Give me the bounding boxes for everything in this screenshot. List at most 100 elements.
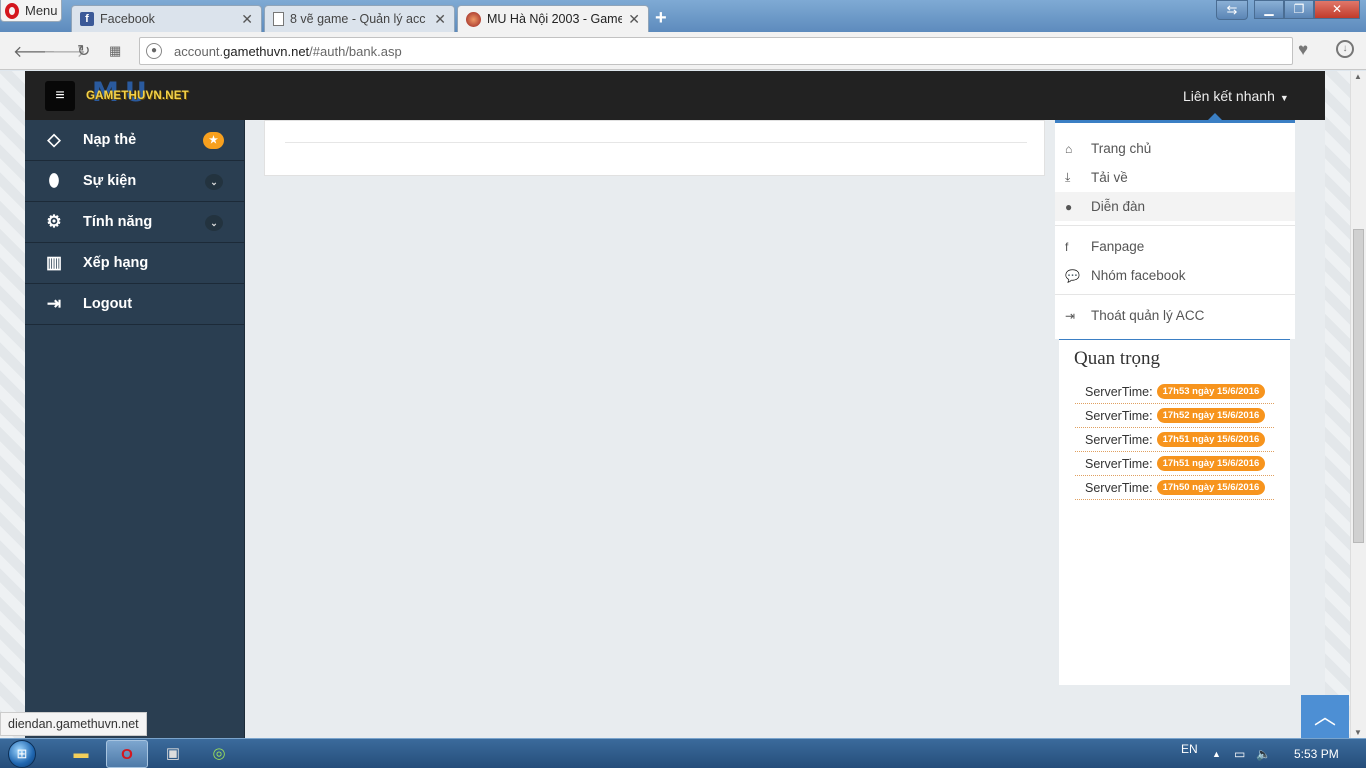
url-field[interactable]: ● account.gamethuvn.net/#auth/bank.asp (139, 37, 1293, 65)
browser-tab-bar: Menu f Facebook ✕ 8 vẽ game - Quản lý ac… (0, 0, 1366, 32)
sync-tabs-icon[interactable]: ⇆ (1216, 0, 1248, 20)
important-widget: Quan trọng ServerTime: 17h53 ngày 15/6/2… (1059, 339, 1290, 685)
chevron-down-icon[interactable]: ⌄ (205, 215, 223, 231)
chevron-down-icon[interactable]: ⌄ (205, 174, 223, 190)
close-tab-icon[interactable]: ✕ (434, 11, 446, 28)
sidebar-item-nap-the[interactable]: ◇ Nạp thẻ ★ (25, 120, 244, 161)
dropdown-divider (1055, 294, 1295, 295)
tab-title: Facebook (100, 12, 155, 26)
page-background-pattern (1325, 71, 1350, 738)
opera-taskbar-icon[interactable]: O (106, 740, 148, 768)
server-time-label: ServerTime: (1085, 480, 1153, 495)
mu-favicon-icon (466, 11, 481, 27)
star-badge-icon: ★ (203, 132, 224, 149)
dropdown-item-thoat-quan-ly-acc[interactable]: ⇥ Thoát quản lý ACC (1055, 301, 1295, 330)
bookmark-heart-icon[interactable]: ♥ (1298, 40, 1308, 60)
site-logo[interactable]: MU GAMETHUVN.NET (86, 77, 202, 109)
close-window-icon[interactable]: ✕ (1314, 0, 1360, 19)
server-time-badge: 17h51 ngày 15/6/2016 (1156, 456, 1266, 471)
scrollbar-thumb[interactable] (1353, 229, 1364, 543)
sidebar-item-tinh-nang[interactable]: ⚙ Tính năng ⌄ (25, 202, 244, 243)
downloads-icon[interactable]: ↓ (1336, 40, 1354, 58)
opera-logo-icon (5, 2, 19, 19)
tab-facebook[interactable]: f Facebook ✕ (71, 5, 262, 32)
document-favicon-icon (273, 12, 284, 26)
quick-links-label: Liên kết nhanh (1183, 88, 1275, 104)
speed-dial-grid-icon[interactable]: ▦ (109, 43, 121, 59)
app-taskbar-icon[interactable]: ◎ (198, 740, 240, 768)
clock[interactable]: 5:53 PM (1294, 739, 1339, 768)
dropdown-pointer (1208, 113, 1222, 120)
maximize-icon[interactable]: ❐ (1284, 0, 1314, 19)
tab-quan-ly-acc[interactable]: 8 vẽ game - Quản lý acc m ✕ (264, 5, 455, 32)
dropdown-item-label: Thoát quản lý ACC (1091, 308, 1205, 323)
diamond-icon: ◇ (47, 130, 61, 149)
new-tab-plus-icon[interactable]: + (655, 7, 667, 30)
site-info-icon[interactable]: ● (146, 43, 162, 59)
facebook-icon: f (1065, 239, 1069, 254)
server-time-label: ServerTime: (1085, 456, 1153, 471)
explorer-folder-icon[interactable]: ▬ (60, 740, 102, 768)
close-tab-icon[interactable]: ✕ (628, 11, 640, 28)
start-button[interactable]: ⊞ (4, 739, 46, 768)
server-time-row: ServerTime: 17h51 ngày 15/6/2016 (1075, 428, 1274, 452)
server-time-row: ServerTime: 17h53 ngày 15/6/2016 (1075, 380, 1274, 404)
sidebar: ◇ Nạp thẻ ★ ⬮ Sự kiện ⌄ ⚙ Tính năng ⌄ ▥ … (25, 120, 245, 738)
main-content-panel (264, 120, 1045, 176)
comments-icon: 💬 (1065, 268, 1080, 283)
server-time-label: ServerTime: (1085, 408, 1153, 423)
sidebar-item-xep-hang[interactable]: ▥ Xếp hạng (25, 243, 244, 284)
network-icon[interactable]: ▭ (1234, 739, 1245, 768)
minimize-icon[interactable]: ▁ (1254, 0, 1284, 19)
windows-logo-icon: ⊞ (8, 740, 36, 768)
dropdown-item-label: Nhóm facebook (1091, 268, 1186, 283)
dropdown-item-tai-ve[interactable]: ⤓ Tải về (1055, 163, 1295, 192)
back-to-top-chevron-up-icon[interactable]: ︿ (1301, 695, 1349, 738)
server-time-row: ServerTime: 17h52 ngày 15/6/2016 (1075, 404, 1274, 428)
opera-menu-label: Menu (25, 3, 58, 18)
scroll-down-arrow-icon[interactable]: ▼ (1354, 728, 1362, 737)
tray-expand-icon[interactable]: ▲ (1212, 739, 1221, 768)
windows-taskbar: ⊞ ▬ O ▣ ◎ EN ▲ ▭ 🔈 5:53 PM (0, 738, 1366, 768)
scroll-up-arrow-icon[interactable]: ▲ (1354, 72, 1362, 81)
server-time-label: ServerTime: (1085, 432, 1153, 447)
sign-out-icon: ⇥ (1065, 308, 1076, 323)
dropdown-item-fanpage[interactable]: f Fanpage (1055, 232, 1295, 261)
sign-out-icon: ⇥ (46, 294, 62, 313)
tab-mu-ha-noi[interactable]: MU Hà Nội 2003 - Gameth ✕ (457, 5, 649, 32)
link-status-tooltip: diendan.gamethuvn.net (0, 712, 147, 736)
gears-icon: ⚙ (46, 212, 62, 231)
language-indicator[interactable]: EN (1181, 734, 1198, 764)
dropdown-item-nhom-facebook[interactable]: 💬 Nhóm facebook (1055, 261, 1295, 290)
dropdown-item-label: Fanpage (1091, 239, 1145, 254)
dropdown-item-label: Diễn đàn (1091, 199, 1146, 214)
server-time-badge: 17h50 ngày 15/6/2016 (1156, 480, 1266, 495)
volume-icon[interactable]: 🔈 (1256, 739, 1271, 768)
opera-menu-button[interactable]: Menu (0, 0, 62, 22)
server-time-row: ServerTime: 17h51 ngày 15/6/2016 (1075, 452, 1274, 476)
address-toolbar: 🡐 🡒 ↻ ▦ ● account.gamethuvn.net/#auth/ba… (0, 32, 1366, 70)
dropdown-item-dien-dan[interactable]: ● Diễn đàn (1055, 192, 1295, 221)
window-controls: ▁ ❐ ✕ (1254, 0, 1360, 19)
quick-links-dropdown-toggle[interactable]: Liên kết nhanh ▼ (1183, 88, 1289, 104)
url-text: account.gamethuvn.net/#auth/bank.asp (174, 43, 402, 59)
dropdown-item-trang-chu[interactable]: ⌂ Trang chủ (1055, 134, 1295, 163)
home-icon: ⌂ (1065, 141, 1073, 156)
server-time-badge: 17h53 ngày 15/6/2016 (1156, 384, 1266, 399)
quick-links-dropdown-menu: ⌂ Trang chủ ⤓ Tải về ● Diễn đàn f Fanpage 💬 N… (1055, 120, 1295, 339)
game-taskbar-icon[interactable]: ▣ (152, 740, 194, 768)
close-tab-icon[interactable]: ✕ (241, 11, 253, 28)
dropdown-divider (1055, 225, 1295, 226)
server-time-row: ServerTime: 17h50 ngày 15/6/2016 (1075, 476, 1274, 500)
top-navbar: ≡ MU GAMETHUVN.NET Liên kết nhanh ▼ (25, 71, 1325, 120)
page-background-pattern (0, 71, 25, 738)
tab-title: MU Hà Nội 2003 - Gameth (487, 12, 623, 26)
hamburger-menu-icon[interactable]: ≡ (45, 81, 75, 111)
sidebar-item-su-kien[interactable]: ⬮ Sự kiện ⌄ (25, 161, 244, 202)
page-viewport: ≡ MU GAMETHUVN.NET Liên kết nhanh ▼ ◇ Nạp… (0, 71, 1366, 738)
page-scrollbar[interactable]: ▲ ▼ (1350, 71, 1366, 738)
facebook-favicon-icon: f (80, 12, 94, 26)
sidebar-item-label: Logout (83, 296, 133, 312)
reload-icon[interactable]: ↻ (77, 41, 90, 61)
sidebar-item-logout[interactable]: ⇥ Logout (25, 284, 244, 325)
